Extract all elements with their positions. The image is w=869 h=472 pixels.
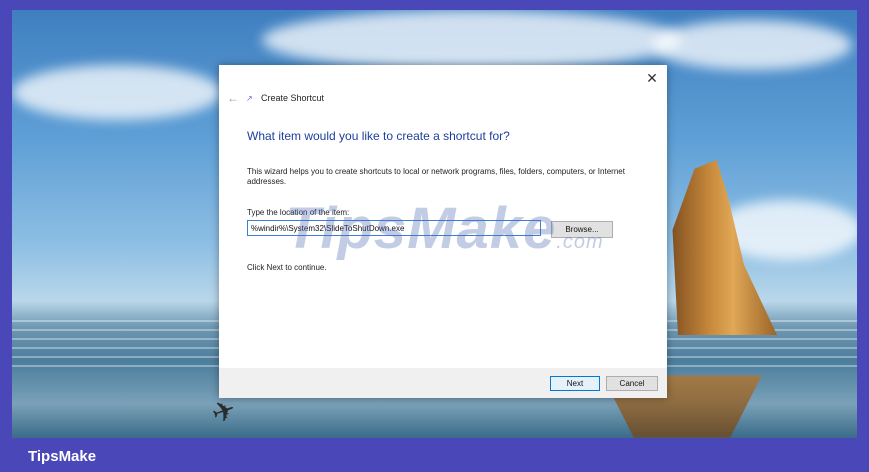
cancel-button[interactable]: Cancel bbox=[606, 376, 658, 391]
shortcut-wizard-icon: ↗ bbox=[246, 94, 253, 103]
create-shortcut-dialog: ✕ ← ↗ Create Shortcut What item would yo… bbox=[219, 65, 667, 398]
cloud bbox=[652, 20, 852, 70]
wizard-description: This wizard helps you to create shortcut… bbox=[247, 167, 625, 186]
continue-hint: Click Next to continue. bbox=[247, 263, 327, 272]
cloud bbox=[12, 65, 222, 120]
next-button[interactable]: Next bbox=[550, 376, 600, 391]
dialog-footer: Next Cancel bbox=[219, 368, 667, 398]
back-arrow-icon[interactable]: ← bbox=[227, 91, 239, 105]
dialog-title: Create Shortcut bbox=[261, 93, 325, 103]
close-icon[interactable]: ✕ bbox=[643, 69, 661, 87]
cloud bbox=[262, 10, 682, 70]
wizard-heading: What item would you like to create a sho… bbox=[247, 129, 510, 143]
brand-label: TipsMake bbox=[28, 448, 97, 465]
screenshot-frame: ✈ ✕ ← ↗ Create Shortcut What item would … bbox=[0, 0, 869, 472]
location-input[interactable] bbox=[247, 220, 541, 236]
browse-button[interactable]: Browse... bbox=[551, 221, 613, 238]
location-label: Type the location of the item: bbox=[247, 208, 350, 217]
